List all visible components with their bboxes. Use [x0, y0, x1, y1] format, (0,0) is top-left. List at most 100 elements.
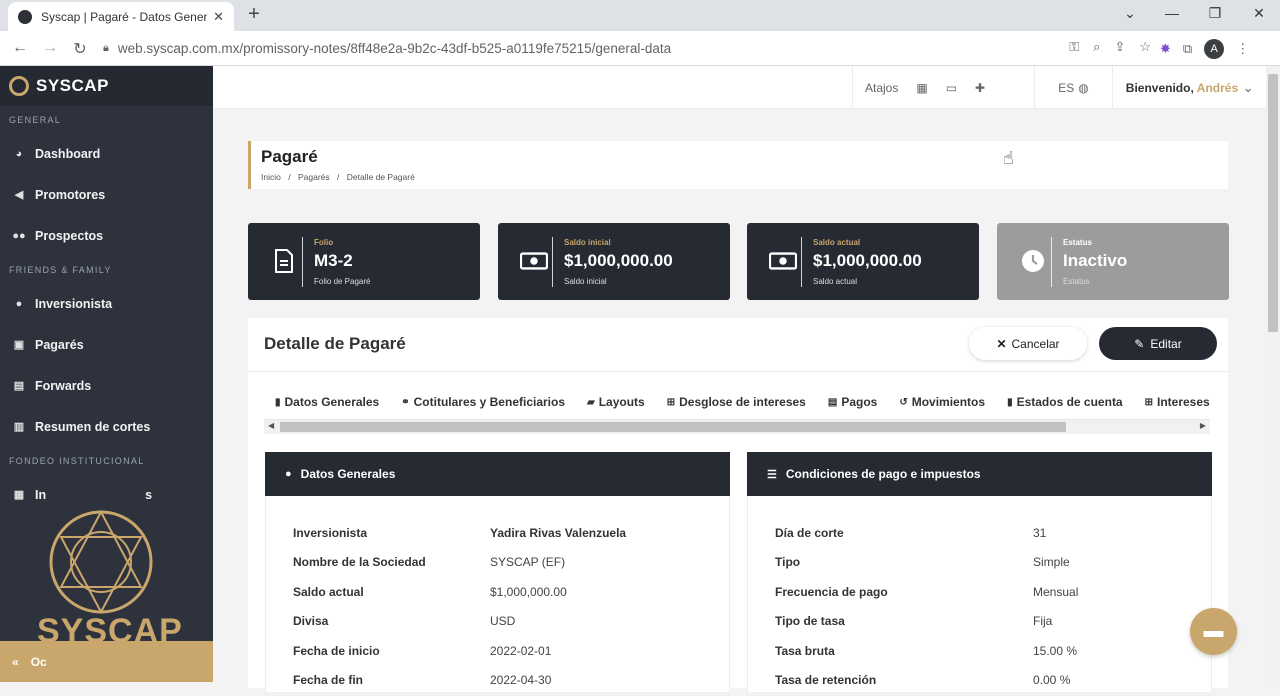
field-row: Nombre de la Sociedad SYSCAP (EF)	[266, 548, 729, 578]
section-friends-family: FRIENDS & FAMILY	[9, 265, 112, 275]
address-bar[interactable]: 🔒︎ web.syscap.com.mx/promissory-notes/8f…	[103, 36, 1151, 61]
minimize-icon[interactable]: —	[1162, 5, 1182, 21]
tab-movimientos[interactable]: ↺ Movimientos	[888, 384, 996, 419]
stat-sub: Saldo inicial	[564, 277, 607, 286]
sidebar-item-label: In	[35, 487, 47, 502]
field-label: Divisa	[293, 614, 329, 629]
cancel-button[interactable]: ✕ Cancelar	[969, 327, 1087, 360]
scrollbar-thumb[interactable]	[1268, 74, 1278, 332]
tab-estados-cuenta[interactable]: ▮ Estados de cuenta	[996, 384, 1134, 419]
sidebar-item-dashboard[interactable]: ◕ Dashboard	[0, 133, 213, 174]
table-icon: ⊞	[666, 396, 676, 408]
cancel-label: Cancelar	[1011, 336, 1060, 351]
close-window-icon[interactable]: ✕	[1249, 5, 1269, 22]
star-icon[interactable]: ☆	[1139, 39, 1151, 55]
language-selector[interactable]: ES ◍	[1034, 66, 1112, 109]
panel-header: ● Datos Generales	[265, 452, 730, 496]
tab-layouts[interactable]: ▰ Layouts	[576, 384, 656, 419]
page-header: Pagaré Inicio / Pagarés / Detalle de Pag…	[248, 141, 1228, 189]
tab-label: Datos Generales	[284, 395, 380, 409]
field-label: Tipo	[775, 555, 801, 570]
breadcrumb-separator: /	[288, 172, 291, 182]
panel-title: Datos Generales	[300, 467, 396, 481]
add-user-icon[interactable]: ✚	[975, 81, 985, 95]
brand-logo[interactable]: SYSCAP	[0, 66, 213, 106]
tab-label: Intereses	[1157, 395, 1210, 409]
calculator-icon[interactable]: ▦	[916, 81, 927, 95]
edit-button[interactable]: ✎ Editar	[1099, 327, 1217, 360]
megaphone-icon: ◀	[14, 189, 24, 201]
breadcrumb-current: Detalle de Pagaré	[346, 172, 415, 182]
maximize-icon[interactable]: ❐	[1205, 5, 1225, 22]
puzzle-icon[interactable]: ⧉	[1183, 41, 1192, 57]
field-row: Saldo actual $1,000,000.00	[266, 577, 729, 607]
tab-desglose-intereses[interactable]: ⊞ Desglose de intereses	[656, 384, 817, 419]
sidebar-item-label: Promotores	[35, 187, 106, 202]
sidebar-item-pagares[interactable]: ▣ Pagarés	[0, 324, 213, 365]
close-tab-icon[interactable]: ✕	[213, 9, 224, 25]
chevron-down-icon[interactable]: ⌄	[1120, 5, 1140, 22]
panel-body: Día de corte 31 Tipo Simple Frecuencia de …	[747, 496, 1212, 696]
reload-icon[interactable]: ↻	[70, 39, 90, 59]
stat-label: Folio	[314, 238, 334, 247]
breadcrumb-separator: /	[337, 172, 340, 182]
welcome-text: Bienvenido,	[1125, 80, 1194, 95]
profile-avatar[interactable]: A	[1204, 39, 1225, 59]
shortcuts-label[interactable]: Atajos	[865, 81, 898, 95]
forward-icon[interactable]: →	[40, 39, 60, 57]
sidebar-item-inversionista[interactable]: ● Inversionista	[0, 283, 213, 324]
stat-card-saldo-actual: Saldo actual $1,000,000.00 Saldo actual	[747, 223, 979, 300]
stat-sub: Estatus	[1063, 277, 1090, 286]
chevron-down-icon: ⌄	[1243, 80, 1254, 95]
breadcrumb-pagares[interactable]: Pagarés	[298, 172, 330, 182]
stat-sub: Folio de Pagaré	[314, 277, 371, 286]
sidebar-item-institucional[interactable]: ▦ In s	[0, 474, 213, 515]
scroll-left-icon[interactable]: ◀	[268, 421, 274, 430]
chat-button[interactable]: ▬	[1190, 608, 1237, 655]
field-label: Tasa bruta	[775, 643, 835, 658]
field-label: Tasa de retención	[775, 673, 877, 688]
language-label: ES	[1058, 80, 1075, 95]
stat-divider	[552, 237, 553, 287]
user-icon: ●	[15, 297, 23, 310]
tab-pagos[interactable]: ▤ Pagos	[817, 384, 888, 419]
field-row: Tasa de retención 0.00 %	[748, 666, 1211, 696]
back-icon[interactable]: ←	[10, 39, 30, 57]
field-value: USD	[490, 614, 516, 629]
detail-tabs: ▮ Datos Generales ⚭ Cotitulares y Beneficia…	[264, 384, 1210, 420]
collapse-sidebar-button[interactable]: « Oc	[0, 641, 213, 682]
sidebar-item-promotores[interactable]: ◀ Promotores	[0, 174, 213, 215]
sliders-icon: ☰	[767, 468, 777, 481]
tab-datos-generales[interactable]: ▮ Datos Generales	[264, 385, 390, 419]
sidebar-item-prospectos[interactable]: ●● Prospectos	[0, 215, 213, 256]
tabs-horizontal-scrollbar[interactable]: ◀ ▶	[264, 420, 1210, 434]
panel-header: ☰ Condiciones de pago e impuestos	[747, 452, 1212, 496]
scroll-right-icon[interactable]: ▶	[1200, 421, 1206, 430]
browser-tab[interactable]: Syscap | Pagaré - Datos Generales ✕	[8, 2, 234, 31]
zoom-icon[interactable]: ⌕	[1093, 39, 1100, 55]
sidebar-item-resumen-cortes[interactable]: ▥ Resumen de cortes	[0, 406, 213, 447]
detail-title: Detalle de Pagaré	[264, 334, 406, 353]
share-icon[interactable]: ⇪	[1114, 39, 1125, 55]
scrollbar-thumb[interactable]	[280, 422, 1066, 432]
stat-label: Estatus	[1063, 238, 1092, 247]
url-text: web.syscap.com.mx/promissory-notes/8ff48…	[117, 41, 672, 56]
double-chevron-left-icon: «	[12, 654, 19, 669]
user-menu[interactable]: Bienvenido, Andrés ⌄	[1112, 66, 1266, 109]
extension-icon[interactable]: ✸	[1160, 41, 1171, 57]
sidebar-item-forwards[interactable]: ▤ Forwards	[0, 365, 213, 406]
key-icon[interactable]: ⚿	[1069, 39, 1079, 55]
sidebar-item-label-fragment: s	[145, 487, 153, 502]
tab-intereses[interactable]: ⊞ Intereses	[1134, 384, 1210, 419]
tab-cotitulares[interactable]: ⚭ Cotitulares y Beneficiarios	[390, 384, 576, 419]
tab-label: Layouts	[598, 395, 645, 409]
collapse-label: Oc	[30, 654, 47, 669]
shortcuts-group: Atajos ▦ ▭ ✚	[852, 66, 1034, 109]
money-icon[interactable]: ▭	[946, 81, 957, 95]
field-row: Día de corte 31	[748, 518, 1211, 548]
history-icon: ↺	[899, 396, 908, 408]
page-scrollbar[interactable]	[1266, 66, 1280, 682]
menu-icon[interactable]: ⋮	[1236, 41, 1249, 57]
breadcrumb-inicio[interactable]: Inicio	[261, 172, 281, 182]
new-tab-button[interactable]: +	[243, 3, 265, 26]
